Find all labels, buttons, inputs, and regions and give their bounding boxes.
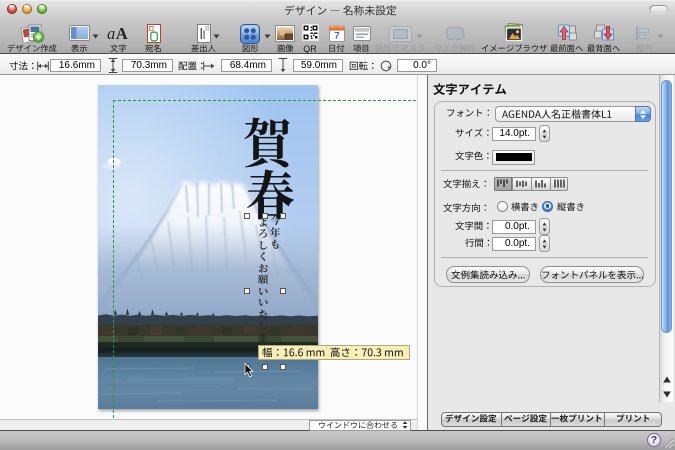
svg-text:7: 7	[334, 31, 339, 42]
